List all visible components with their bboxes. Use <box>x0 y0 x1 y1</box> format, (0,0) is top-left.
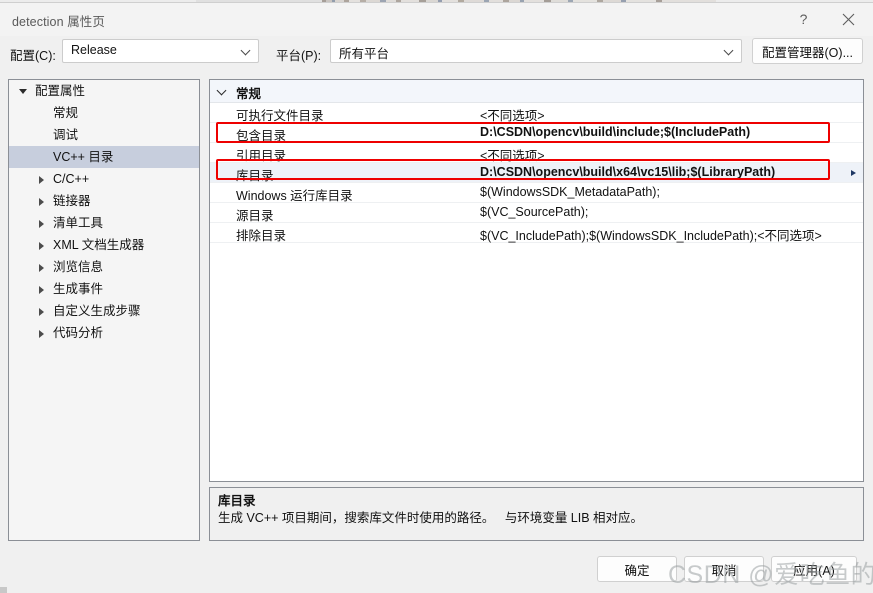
configuration-manager-button[interactable]: 配置管理器(O)... <box>752 38 863 64</box>
description-text: 生成 VC++ 项目期间，搜索库文件时使用的路径。 与环境变量 LIB 相对应。 <box>218 511 644 525</box>
triangle-right-icon[interactable] <box>35 278 49 300</box>
ok-button-label: 确定 <box>624 563 650 578</box>
tree-item[interactable]: C/C++ <box>9 168 199 190</box>
property-name: 可执行文件目录 <box>236 109 324 123</box>
property-group-header[interactable]: 常规 <box>210 80 863 103</box>
tree-item[interactable]: 清单工具 <box>9 212 199 234</box>
triangle-right-icon[interactable] <box>35 212 49 234</box>
property-row[interactable]: 包含目录 D:\CSDN\opencv\build\include;$(Inclu… <box>210 123 863 143</box>
help-question-icon[interactable]: ? <box>781 3 826 35</box>
property-name: 库目录 <box>236 169 274 183</box>
tree-item-label: XML 文档生成器 <box>53 238 145 252</box>
description-panel: 库目录 生成 VC++ 项目期间，搜索库文件时使用的路径。 与环境变量 LIB … <box>209 487 864 541</box>
dropdown-arrow-icon[interactable] <box>851 170 858 176</box>
property-row[interactable]: 可执行文件目录 <不同选项> <box>210 103 863 123</box>
platform-select[interactable]: 所有平台 <box>330 39 742 63</box>
tree-item[interactable]: XML 文档生成器 <box>9 234 199 256</box>
tree-item[interactable]: 代码分析 <box>9 322 199 344</box>
property-value[interactable]: D:\CSDN\opencv\build\include;$(IncludePa… <box>480 125 750 139</box>
property-row[interactable]: 源目录 $(VC_SourcePath); <box>210 203 863 223</box>
tree-item-label: 配置属性 <box>35 84 86 98</box>
configuration-manager-label: 配置管理器(O)... <box>762 45 853 60</box>
property-group-label: 常规 <box>236 87 262 101</box>
property-name: 包含目录 <box>236 129 287 143</box>
configuration-toolbar: 配置(C): Release 平台(P): 所有平台 配置管理器(O)... <box>0 36 873 68</box>
property-row[interactable]: 库目录 D:\CSDN\opencv\build\x64\vc15\lib;$(L… <box>210 163 863 183</box>
tree-item[interactable]: 调试 <box>9 124 199 146</box>
tree-item[interactable]: 自定义生成步骤 <box>9 300 199 322</box>
triangle-right-icon[interactable] <box>35 168 49 190</box>
tree-item-label: 常规 <box>53 106 79 120</box>
property-value[interactable]: $(WindowsSDK_MetadataPath); <box>480 185 660 199</box>
window-title: detection 属性页 <box>12 15 106 29</box>
title-bar: detection 属性页 ? <box>0 3 873 36</box>
tree-item[interactable]: 常规 <box>9 102 199 124</box>
close-icon[interactable] <box>826 3 871 35</box>
property-row[interactable]: 排除目录 $(VC_IncludePath);$(WindowsSDK_Inclu… <box>210 223 863 243</box>
tree-item-label: 生成事件 <box>53 282 104 296</box>
apply-button[interactable]: 应用(A) <box>771 556 857 582</box>
chevron-down-icon <box>218 88 227 94</box>
tree-item-label: C/C++ <box>53 172 90 186</box>
platform-label: 平台(P): <box>276 49 322 63</box>
chevron-down-icon <box>242 47 251 56</box>
property-name: Windows 运行库目录 <box>236 189 353 203</box>
triangle-right-icon[interactable] <box>35 256 49 278</box>
tree-item-label: 链接器 <box>53 194 91 208</box>
property-name: 引用目录 <box>236 149 287 163</box>
triangle-right-icon[interactable] <box>35 234 49 256</box>
tree-item[interactable]: 浏览信息 <box>9 256 199 278</box>
settings-tree[interactable]: 配置属性常规调试 VC++ 目录 C/C++ 链接器清单工具 XML 文档生成器 浏览信息… <box>8 79 200 541</box>
triangle-right-icon[interactable] <box>35 322 49 344</box>
ok-button[interactable]: 确定 <box>597 556 677 582</box>
configuration-value: Release <box>71 43 117 57</box>
tree-item[interactable]: 生成事件 <box>9 278 199 300</box>
triangle-right-icon[interactable] <box>35 190 49 212</box>
tree-item-label: 调试 <box>53 128 79 142</box>
property-value[interactable]: <不同选项> <box>480 145 545 164</box>
property-value[interactable]: D:\CSDN\opencv\build\x64\vc15\lib;$(Libr… <box>480 165 775 179</box>
property-value[interactable]: <不同选项> <box>480 105 545 124</box>
tree-item-label: 清单工具 <box>53 216 104 230</box>
chevron-down-icon <box>725 47 734 56</box>
description-title: 库目录 <box>218 494 256 508</box>
property-value[interactable]: $(VC_IncludePath);$(WindowsSDK_IncludePa… <box>480 225 822 244</box>
corner-artifact <box>0 587 7 593</box>
apply-button-label: 应用(A) <box>793 563 835 578</box>
cancel-button[interactable]: 取消 <box>684 556 764 582</box>
tree-item[interactable]: 链接器 <box>9 190 199 212</box>
configuration-label: 配置(C): <box>10 49 56 63</box>
platform-value: 所有平台 <box>339 47 390 61</box>
property-name: 排除目录 <box>236 229 287 243</box>
property-row[interactable]: Windows 运行库目录 $(WindowsSDK_MetadataPath); <box>210 183 863 203</box>
tree-item-label: VC++ 目录 <box>53 150 114 164</box>
tree-item-label: 自定义生成步骤 <box>53 304 141 318</box>
triangle-right-icon[interactable] <box>35 300 49 322</box>
configuration-select[interactable]: Release <box>62 39 259 63</box>
property-row[interactable]: 引用目录 <不同选项> <box>210 143 863 163</box>
cancel-button-label: 取消 <box>711 563 737 578</box>
tree-item-label: 浏览信息 <box>53 260 104 274</box>
property-grid[interactable]: 常规 可执行文件目录 <不同选项> 包含目录 D:\CSDN\opencv\build… <box>209 79 864 482</box>
triangle-down-icon[interactable] <box>17 80 31 102</box>
property-name: 源目录 <box>236 209 274 223</box>
tree-item[interactable]: VC++ 目录 <box>9 146 199 168</box>
tree-item-label: 代码分析 <box>53 326 104 340</box>
property-pages-dialog: detection 属性页 ? 配置(C): Release 平台(P): 所有… <box>0 2 873 593</box>
tree-item[interactable]: 配置属性 <box>9 80 199 102</box>
help-glyph: ? <box>799 11 808 27</box>
property-value[interactable]: $(VC_SourcePath); <box>480 205 588 219</box>
